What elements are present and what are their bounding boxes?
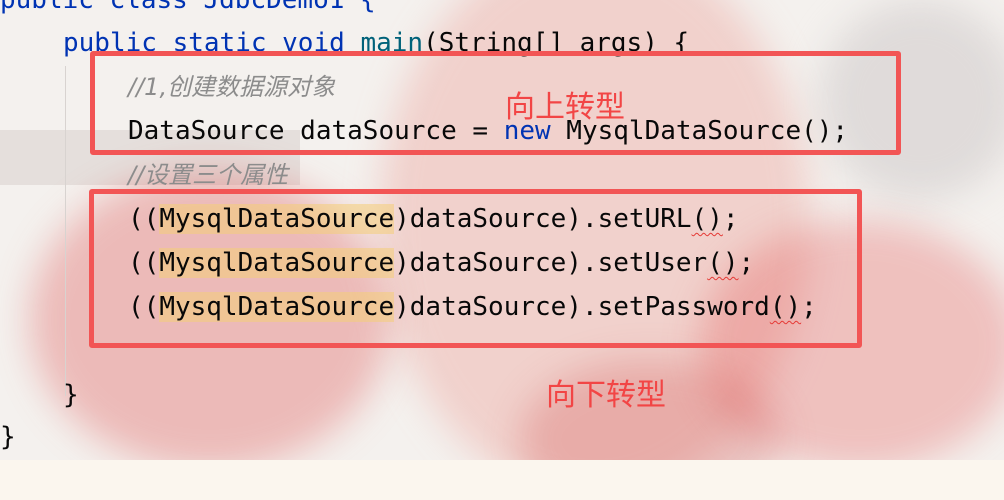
downcast-highlight-box — [89, 189, 862, 348]
class-declaration-line: public class JdbcDemo1 { — [0, 0, 376, 15]
indent-guide — [65, 66, 66, 396]
method-closing-brace: } — [63, 380, 79, 410]
upcast-highlight-box — [90, 51, 901, 155]
class-closing-brace: } — [0, 422, 16, 452]
upcast-label: 向上转型 — [505, 90, 625, 125]
downcast-label: 向下转型 — [546, 378, 666, 413]
